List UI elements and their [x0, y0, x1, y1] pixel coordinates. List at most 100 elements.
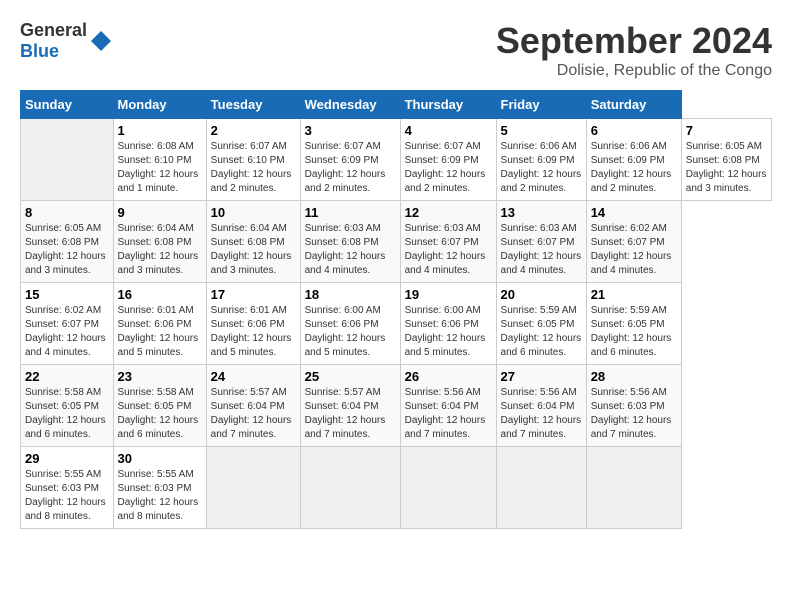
- calendar-week-2: 8 Sunrise: 6:05 AMSunset: 6:08 PMDayligh…: [21, 201, 772, 283]
- day-info: Sunrise: 6:04 AMSunset: 6:08 PMDaylight:…: [118, 223, 199, 276]
- day-number: 17: [211, 287, 296, 302]
- day-number: 23: [118, 369, 202, 384]
- day-number: 20: [501, 287, 582, 302]
- day-info: Sunrise: 6:02 AMSunset: 6:07 PMDaylight:…: [25, 305, 106, 358]
- header-tuesday: Tuesday: [206, 91, 300, 119]
- calendar-cell: 7 Sunrise: 6:05 AMSunset: 6:08 PMDayligh…: [681, 119, 771, 201]
- calendar-week-1: 1 Sunrise: 6:08 AMSunset: 6:10 PMDayligh…: [21, 119, 772, 201]
- header-friday: Friday: [496, 91, 586, 119]
- day-number: 22: [25, 369, 109, 384]
- calendar-cell: 9 Sunrise: 6:04 AMSunset: 6:08 PMDayligh…: [113, 201, 206, 283]
- calendar-cell: 12 Sunrise: 6:03 AMSunset: 6:07 PMDaylig…: [400, 201, 496, 283]
- header-wednesday: Wednesday: [300, 91, 400, 119]
- day-number: 24: [211, 369, 296, 384]
- header-thursday: Thursday: [400, 91, 496, 119]
- calendar-week-5: 29 Sunrise: 5:55 AMSunset: 6:03 PMDaylig…: [21, 447, 772, 529]
- calendar-cell: [206, 447, 300, 529]
- day-number: 12: [405, 205, 492, 220]
- calendar-week-3: 15 Sunrise: 6:02 AMSunset: 6:07 PMDaylig…: [21, 283, 772, 365]
- calendar-cell: 5 Sunrise: 6:06 AMSunset: 6:09 PMDayligh…: [496, 119, 586, 201]
- day-info: Sunrise: 6:06 AMSunset: 6:09 PMDaylight:…: [591, 141, 672, 194]
- calendar-cell: 1 Sunrise: 6:08 AMSunset: 6:10 PMDayligh…: [113, 119, 206, 201]
- location-title: Dolisie, Republic of the Congo: [496, 62, 772, 80]
- day-number: 18: [305, 287, 396, 302]
- day-number: 4: [405, 123, 492, 138]
- calendar-cell: 2 Sunrise: 6:07 AMSunset: 6:10 PMDayligh…: [206, 119, 300, 201]
- calendar-cell: 20 Sunrise: 5:59 AMSunset: 6:05 PMDaylig…: [496, 283, 586, 365]
- day-number: 8: [25, 205, 109, 220]
- day-info: Sunrise: 6:07 AMSunset: 6:09 PMDaylight:…: [405, 141, 486, 194]
- day-number: 3: [305, 123, 396, 138]
- day-info: Sunrise: 6:00 AMSunset: 6:06 PMDaylight:…: [405, 305, 486, 358]
- day-info: Sunrise: 6:04 AMSunset: 6:08 PMDaylight:…: [211, 223, 292, 276]
- day-info: Sunrise: 5:55 AMSunset: 6:03 PMDaylight:…: [25, 469, 106, 522]
- day-info: Sunrise: 5:55 AMSunset: 6:03 PMDaylight:…: [118, 469, 199, 522]
- calendar-cell: 11 Sunrise: 6:03 AMSunset: 6:08 PMDaylig…: [300, 201, 400, 283]
- calendar-cell: 21 Sunrise: 5:59 AMSunset: 6:05 PMDaylig…: [586, 283, 681, 365]
- calendar-cell: 23 Sunrise: 5:58 AMSunset: 6:05 PMDaylig…: [113, 365, 206, 447]
- month-title: September 2024: [496, 20, 772, 62]
- day-info: Sunrise: 6:03 AMSunset: 6:07 PMDaylight:…: [501, 223, 582, 276]
- calendar-cell: 19 Sunrise: 6:00 AMSunset: 6:06 PMDaylig…: [400, 283, 496, 365]
- day-number: 2: [211, 123, 296, 138]
- calendar-cell: [586, 447, 681, 529]
- calendar-header-row: Sunday Monday Tuesday Wednesday Thursday…: [21, 91, 772, 119]
- day-number: 21: [591, 287, 677, 302]
- calendar-cell: [496, 447, 586, 529]
- day-info: Sunrise: 6:03 AMSunset: 6:07 PMDaylight:…: [405, 223, 486, 276]
- day-info: Sunrise: 6:06 AMSunset: 6:09 PMDaylight:…: [501, 141, 582, 194]
- calendar-cell: 22 Sunrise: 5:58 AMSunset: 6:05 PMDaylig…: [21, 365, 114, 447]
- calendar-cell: 6 Sunrise: 6:06 AMSunset: 6:09 PMDayligh…: [586, 119, 681, 201]
- day-number: 19: [405, 287, 492, 302]
- day-number: 26: [405, 369, 492, 384]
- logo: General Blue: [20, 20, 113, 62]
- calendar-cell: [21, 119, 114, 201]
- day-number: 29: [25, 451, 109, 466]
- day-number: 1: [118, 123, 202, 138]
- calendar-cell: 16 Sunrise: 6:01 AMSunset: 6:06 PMDaylig…: [113, 283, 206, 365]
- day-number: 25: [305, 369, 396, 384]
- day-number: 5: [501, 123, 582, 138]
- calendar-cell: 10 Sunrise: 6:04 AMSunset: 6:08 PMDaylig…: [206, 201, 300, 283]
- header: General Blue September 2024 Dolisie, Rep…: [20, 20, 772, 80]
- day-number: 9: [118, 205, 202, 220]
- calendar-table: Sunday Monday Tuesday Wednesday Thursday…: [20, 90, 772, 529]
- calendar-week-4: 22 Sunrise: 5:58 AMSunset: 6:05 PMDaylig…: [21, 365, 772, 447]
- calendar-cell: 14 Sunrise: 6:02 AMSunset: 6:07 PMDaylig…: [586, 201, 681, 283]
- day-info: Sunrise: 6:00 AMSunset: 6:06 PMDaylight:…: [305, 305, 386, 358]
- header-sunday: Sunday: [21, 91, 114, 119]
- day-number: 13: [501, 205, 582, 220]
- day-info: Sunrise: 5:59 AMSunset: 6:05 PMDaylight:…: [591, 305, 672, 358]
- logo-text: General Blue: [20, 20, 87, 62]
- day-info: Sunrise: 5:57 AMSunset: 6:04 PMDaylight:…: [211, 387, 292, 440]
- calendar-cell: 28 Sunrise: 5:56 AMSunset: 6:03 PMDaylig…: [586, 365, 681, 447]
- calendar-cell: 17 Sunrise: 6:01 AMSunset: 6:06 PMDaylig…: [206, 283, 300, 365]
- day-number: 30: [118, 451, 202, 466]
- day-info: Sunrise: 5:57 AMSunset: 6:04 PMDaylight:…: [305, 387, 386, 440]
- day-info: Sunrise: 5:58 AMSunset: 6:05 PMDaylight:…: [25, 387, 106, 440]
- day-number: 7: [686, 123, 767, 138]
- day-info: Sunrise: 6:05 AMSunset: 6:08 PMDaylight:…: [25, 223, 106, 276]
- logo-icon: [89, 29, 113, 53]
- calendar-cell: 30 Sunrise: 5:55 AMSunset: 6:03 PMDaylig…: [113, 447, 206, 529]
- calendar-cell: 18 Sunrise: 6:00 AMSunset: 6:06 PMDaylig…: [300, 283, 400, 365]
- calendar-cell: 24 Sunrise: 5:57 AMSunset: 6:04 PMDaylig…: [206, 365, 300, 447]
- calendar-cell: 15 Sunrise: 6:02 AMSunset: 6:07 PMDaylig…: [21, 283, 114, 365]
- day-number: 10: [211, 205, 296, 220]
- day-info: Sunrise: 5:59 AMSunset: 6:05 PMDaylight:…: [501, 305, 582, 358]
- day-info: Sunrise: 6:01 AMSunset: 6:06 PMDaylight:…: [211, 305, 292, 358]
- day-number: 16: [118, 287, 202, 302]
- calendar-cell: 25 Sunrise: 5:57 AMSunset: 6:04 PMDaylig…: [300, 365, 400, 447]
- calendar-cell: 4 Sunrise: 6:07 AMSunset: 6:09 PMDayligh…: [400, 119, 496, 201]
- day-number: 11: [305, 205, 396, 220]
- calendar-cell: 26 Sunrise: 5:56 AMSunset: 6:04 PMDaylig…: [400, 365, 496, 447]
- calendar-cell: 27 Sunrise: 5:56 AMSunset: 6:04 PMDaylig…: [496, 365, 586, 447]
- calendar-cell: [400, 447, 496, 529]
- day-number: 15: [25, 287, 109, 302]
- day-info: Sunrise: 5:56 AMSunset: 6:03 PMDaylight:…: [591, 387, 672, 440]
- day-info: Sunrise: 6:08 AMSunset: 6:10 PMDaylight:…: [118, 141, 199, 194]
- day-info: Sunrise: 5:56 AMSunset: 6:04 PMDaylight:…: [405, 387, 486, 440]
- logo-general: General: [20, 20, 87, 40]
- day-number: 28: [591, 369, 677, 384]
- day-info: Sunrise: 6:02 AMSunset: 6:07 PMDaylight:…: [591, 223, 672, 276]
